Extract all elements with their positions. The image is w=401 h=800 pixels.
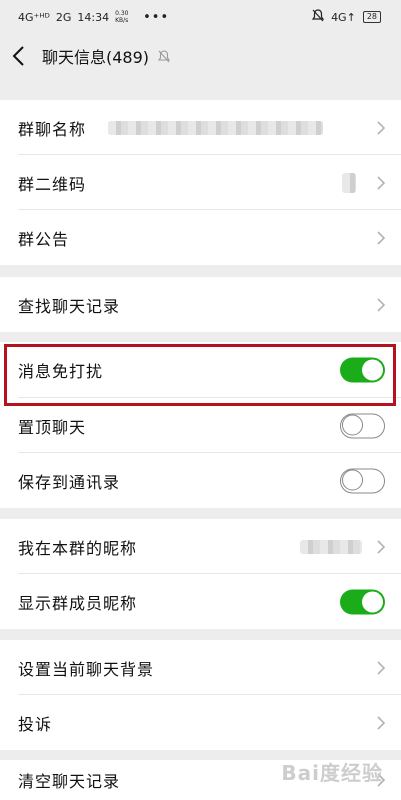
- clear-chat-history-label: 清空聊天记录: [18, 772, 121, 791]
- sticky-on-top-toggle[interactable]: [340, 413, 385, 438]
- set-chat-background-label: 设置当前聊天背景: [18, 659, 155, 679]
- chevron-right-icon: [377, 715, 386, 730]
- mute-bell-icon: [157, 49, 171, 63]
- chevron-right-icon: [377, 539, 386, 554]
- sticky-on-top-row: 置顶聊天: [0, 398, 401, 453]
- mobile-data-indicator: 4G↑: [331, 10, 356, 24]
- mute-notifications-label: 消息免打扰: [18, 362, 104, 381]
- status-time: 14:34: [77, 10, 110, 24]
- chevron-right-icon: [377, 297, 386, 312]
- notification-muted-icon: [311, 9, 325, 25]
- group-name-label: 群聊名称: [18, 119, 87, 139]
- show-member-names-row: 显示群成员昵称: [0, 574, 401, 629]
- group-announcement-label: 群公告: [18, 229, 70, 249]
- chevron-right-icon: [377, 230, 386, 245]
- mute-notifications-row: 消息免打扰: [0, 342, 401, 398]
- qr-code-thumbnail-blurred: [342, 172, 356, 193]
- sticky-on-top-label: 置顶聊天: [18, 417, 87, 437]
- status-bar: 4G⁺ᴴᴰ 2G 14:34 0.30 KB/s ••• 4G↑ 28: [0, 0, 401, 34]
- my-group-alias-row[interactable]: 我在本群的昵称: [0, 519, 401, 574]
- chevron-right-icon: [377, 120, 386, 135]
- my-alias-value-blurred: [300, 539, 362, 554]
- search-chat-history-label: 查找聊天记录: [18, 296, 121, 316]
- nav-bar: 聊天信息(489): [0, 34, 401, 78]
- baidu-jingyan-watermark: Bai度经验: [281, 761, 383, 785]
- show-member-names-label: 显示群成员昵称: [18, 593, 138, 613]
- signal-indicator-1: 4G⁺ᴴᴰ: [18, 10, 50, 24]
- show-member-names-toggle[interactable]: [340, 589, 385, 614]
- report-row[interactable]: 投诉: [0, 695, 401, 750]
- save-to-contacts-toggle[interactable]: [340, 468, 385, 493]
- mute-notifications-toggle[interactable]: [340, 357, 385, 383]
- group-announcement-row[interactable]: 群公告: [0, 210, 401, 265]
- group-qr-code-row[interactable]: 群二维码: [0, 155, 401, 210]
- report-label: 投诉: [18, 714, 53, 734]
- chevron-right-icon: [377, 660, 386, 675]
- back-icon[interactable]: [12, 43, 32, 69]
- signal-indicator-2: 2G: [55, 10, 72, 24]
- network-speed: 0.30 KB/s: [115, 10, 131, 24]
- page-title: 聊天信息(489): [42, 48, 150, 67]
- save-to-contacts-row: 保存到通讯录: [0, 453, 401, 508]
- group-qr-code-label: 群二维码: [18, 174, 87, 194]
- set-chat-background-row[interactable]: 设置当前聊天背景: [0, 640, 401, 695]
- group-name-value-blurred: [108, 120, 323, 135]
- battery-icon: 28: [362, 11, 381, 23]
- speed-value: 0.30: [115, 10, 129, 17]
- search-chat-history-row[interactable]: 查找聊天记录: [0, 277, 401, 332]
- speed-unit: KB/s: [115, 17, 129, 24]
- more-notifications-icon: •••: [143, 9, 170, 25]
- my-group-alias-label: 我在本群的昵称: [18, 538, 138, 558]
- save-to-contacts-label: 保存到通讯录: [18, 472, 121, 492]
- group-name-row[interactable]: 群聊名称: [0, 100, 401, 155]
- chevron-right-icon: [377, 175, 386, 190]
